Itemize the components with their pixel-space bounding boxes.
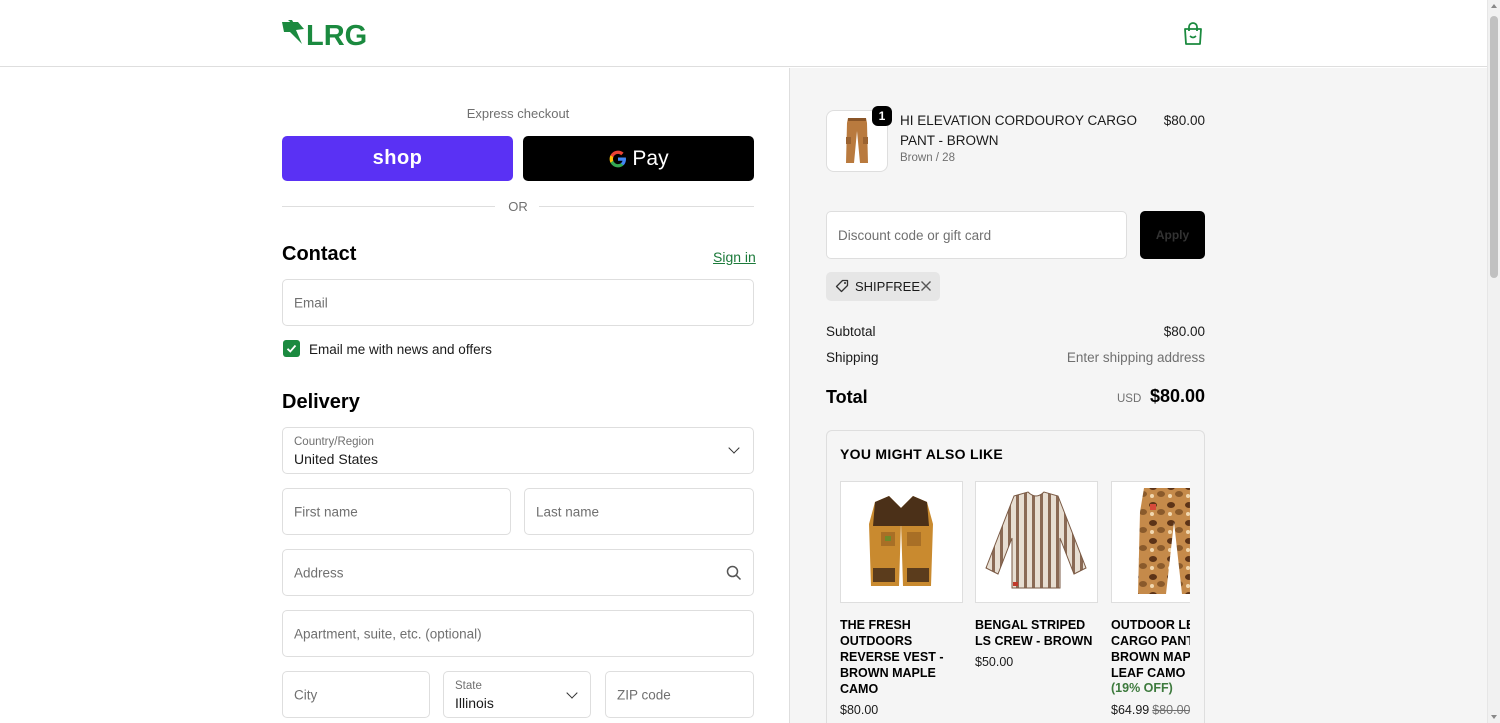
or-label: OR [508,199,528,214]
recommendations-carousel[interactable]: THE FRESH OUTDOORS REVERSE VEST - BROWN … [840,481,1190,723]
express-checkout-label: Express checkout [466,106,570,121]
total-label: Total [826,387,868,407]
discount-code-text: SHIPFREE [855,279,921,294]
product-card-compare-price: $80.00 [1152,703,1190,717]
product-card[interactable]: OUTDOOR LEAF CARGO PANT - BROWN MAPLE LE… [1111,481,1190,717]
state-select[interactable]: State Illinois [443,671,591,718]
email-placeholder: Email [294,295,328,310]
product-card-price-row: $64.99 $80.00 [1111,703,1190,717]
newsletter-label: Email me with news and offers [309,342,492,357]
camo-pant-image [1138,488,1190,594]
shop-pay-button[interactable]: shop [282,136,513,181]
chevron-down-icon [566,687,578,699]
shipping-label: Shipping [826,350,879,365]
recommendations-heading: YOU MIGHT ALSO LIKE [840,446,1004,462]
product-card[interactable]: BENGAL STRIPED LS CREW - BROWN $50.00 [975,481,1099,669]
product-card-price: $50.00 [975,655,1014,669]
state-value: Illinois [455,695,494,711]
shipping-value: Enter shipping address [1066,350,1205,365]
subtotal-value: $80.00 [1163,324,1205,339]
product-card[interactable]: THE FRESH OUTDOORS REVERSE VEST - BROWN … [840,481,964,717]
or-divider: OR [282,199,754,215]
address-field[interactable]: Address [282,549,754,596]
city-placeholder: City [294,687,318,702]
product-card-name: THE FRESH OUTDOORS REVERSE VEST - BROWN … [840,618,944,696]
header: LRG [0,0,1487,67]
recommendations-panel: YOU MIGHT ALSO LIKE THE FRESH OUTDOORS R… [826,430,1205,723]
quantity-badge: 1 [872,106,892,126]
apartment-field[interactable]: Apartment, suite, etc. (optional) [282,610,754,657]
carousel-fade [1189,481,1190,723]
delivery-heading: Delivery [282,391,360,413]
zip-code-placeholder: ZIP code [617,687,671,702]
shopping-bag-icon[interactable] [1182,22,1204,46]
product-image [1111,481,1190,603]
sign-in-link[interactable]: Sign in [713,249,756,265]
search-icon[interactable] [726,565,742,581]
google-g-icon [610,150,627,167]
last-name-field[interactable]: Last name [524,488,754,535]
discount-code-field[interactable]: Discount code or gift card [826,211,1127,259]
state-label: State [455,680,482,692]
total-amount: $80.00 [1149,386,1205,406]
country-label: Country/Region [294,436,374,448]
contact-heading: Contact [282,243,357,265]
product-price: $80.00 [1163,113,1205,128]
svg-text:LRG: LRG [306,20,367,48]
lrg-logo[interactable]: LRG [282,18,388,48]
page-scrollbar[interactable] [1487,0,1500,723]
product-image [975,481,1098,603]
city-field[interactable]: City [282,671,430,718]
product-image [840,481,963,603]
tag-icon [835,279,849,293]
country-select[interactable]: Country/Region United States [282,427,754,474]
product-card-name: OUTDOOR LEAF CARGO PANT - BROWN MAPLE LE… [1111,618,1190,680]
chevron-down-icon [728,442,740,454]
shop-pay-label: shop [372,147,423,169]
first-name-placeholder: First name [294,504,358,519]
scroll-up-arrow-icon[interactable] [1491,4,1497,8]
checkmark-icon [286,344,297,353]
product-name: HI ELEVATION CORDOUROY CARGO PANT - BROW… [900,113,1138,148]
total-currency: USD [1117,393,1142,405]
first-name-field[interactable]: First name [282,488,511,535]
email-field[interactable]: Email [282,279,754,326]
apply-label: Apply [1155,228,1190,242]
remove-discount-icon[interactable] [919,279,933,293]
product-card-price: $80.00 [840,703,879,717]
google-pay-label: Pay [632,146,669,170]
newsletter-checkbox[interactable] [283,340,300,357]
last-name-placeholder: Last name [536,504,600,519]
product-card-discount: (19% OFF) [1111,681,1173,695]
product-card-price: $64.99 [1111,703,1150,717]
apply-discount-button[interactable]: Apply [1140,211,1205,259]
applied-discount-chip: SHIPFREE [826,272,940,301]
subtotal-label: Subtotal [826,324,876,339]
country-value: United States [294,451,379,467]
discount-placeholder: Discount code or gift card [838,228,992,243]
product-variant: Brown / 28 [900,152,955,164]
apartment-placeholder: Apartment, suite, etc. (optional) [294,626,482,641]
striped-shirt-image [985,491,1087,589]
zip-code-field[interactable]: ZIP code [605,671,754,718]
vest-image [869,496,933,586]
scrollbar-thumb[interactable] [1490,16,1498,278]
scroll-down-arrow-icon[interactable] [1491,715,1497,719]
address-placeholder: Address [294,565,344,580]
product-card-name: BENGAL STRIPED LS CREW - BROWN [975,618,1093,648]
google-pay-button[interactable]: Pay [523,136,754,181]
